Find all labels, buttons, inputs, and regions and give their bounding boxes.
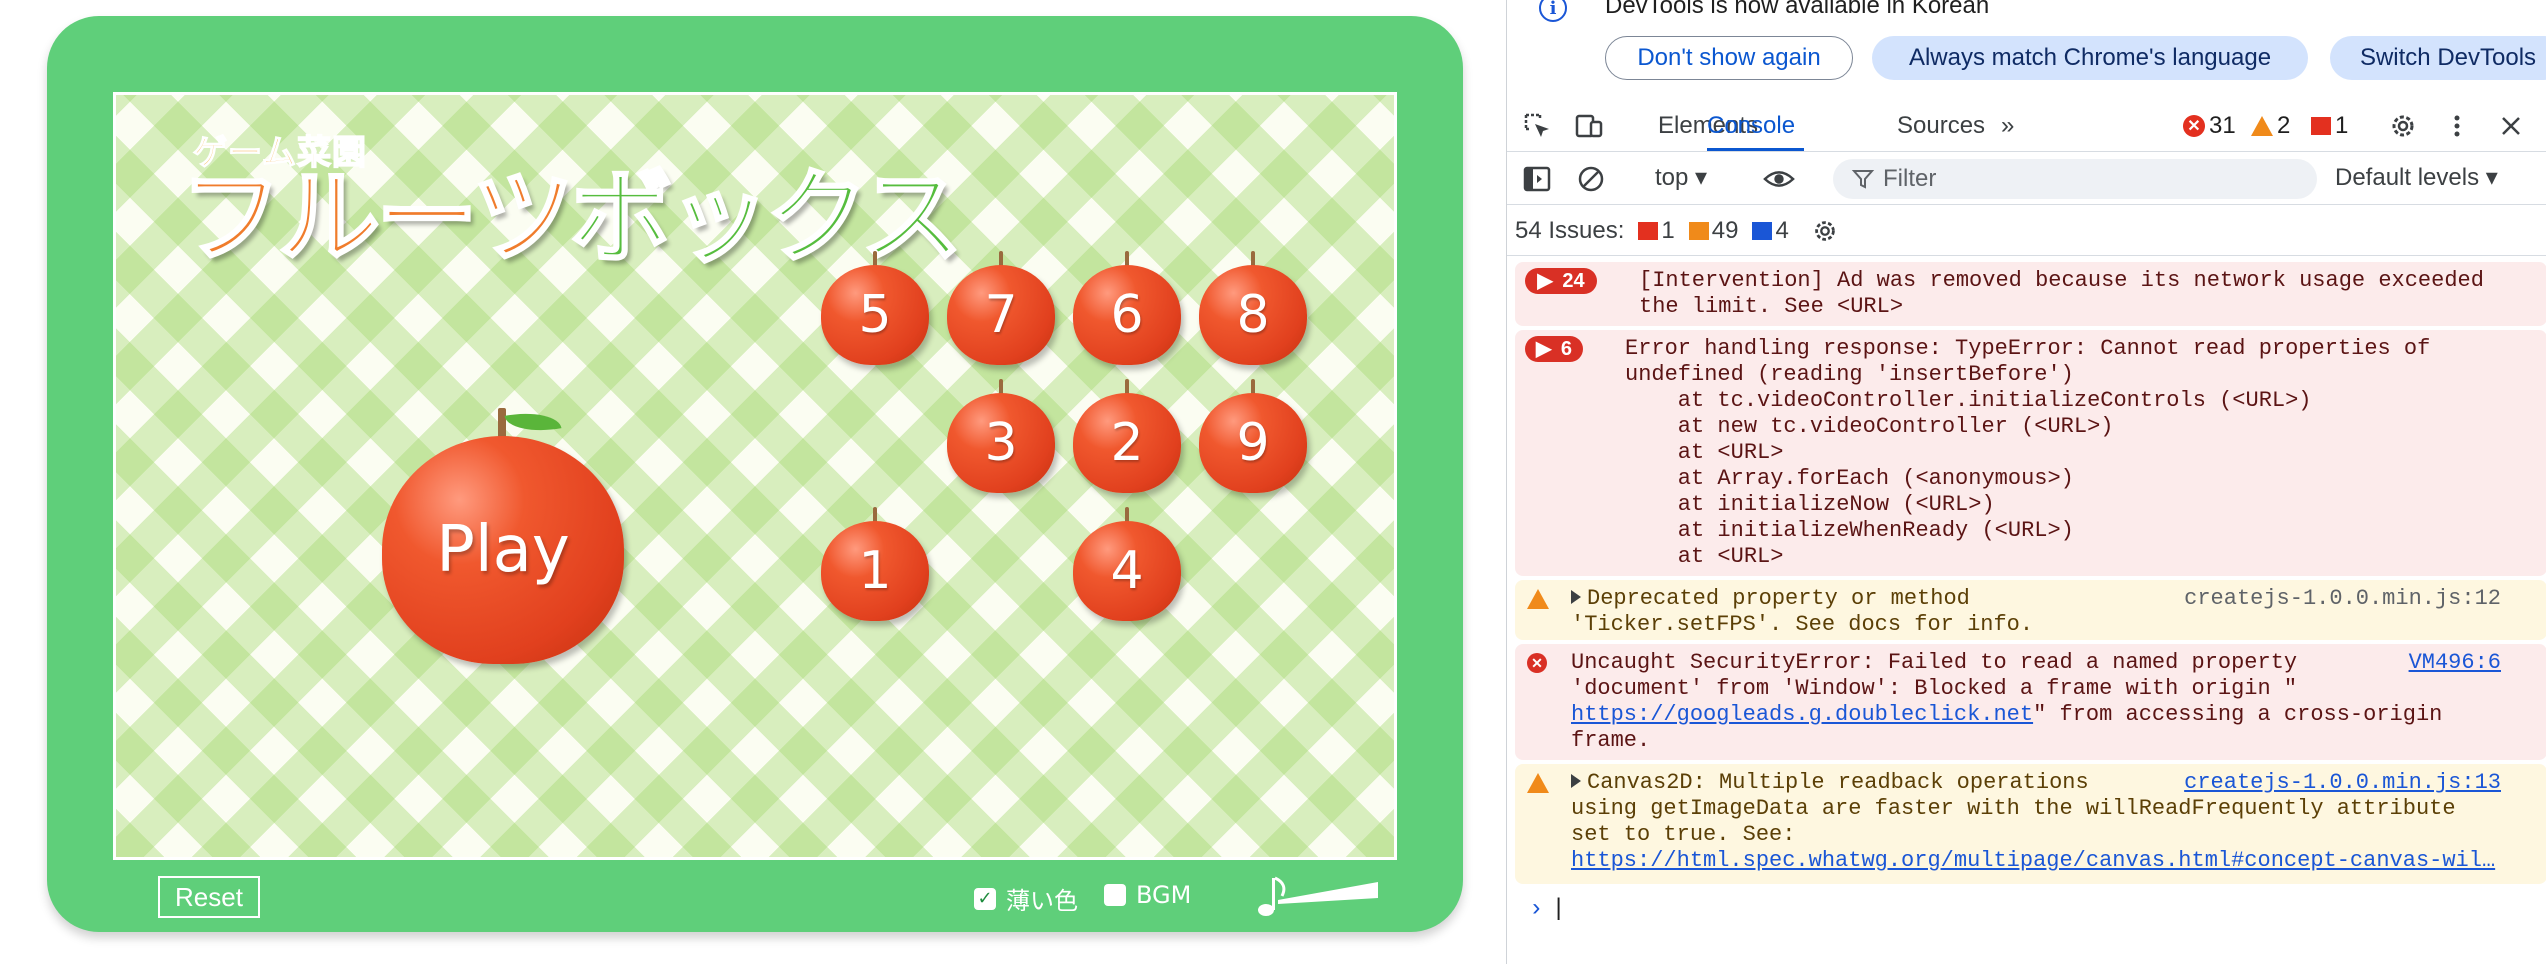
message-source-link[interactable]: VM496:6 — [2409, 650, 2501, 676]
issue-count-button[interactable]: 1 — [2311, 112, 2348, 140]
play-button[interactable]: Play — [382, 406, 624, 664]
device-toolbar-icon[interactable] — [1573, 110, 1605, 142]
devtools-tab-bar: Elements Console Sources » ✕ 31 2 1 — [1507, 100, 2546, 152]
issue-warning-icon — [1688, 221, 1709, 240]
repeat-count-badge: ▶ 24 — [1525, 268, 1597, 294]
game-frame: ゲーム菜園 フルーツボックス Play 5 7 6 8 3 2 9 1 4 — [47, 16, 1463, 932]
more-tabs-icon[interactable]: » — [2001, 112, 2014, 140]
live-expression-eye-icon[interactable] — [1763, 163, 1795, 195]
issue-flag-icon — [2311, 117, 2331, 135]
language-infobar: i DevTools is now available in Korean Do… — [1507, 0, 2546, 96]
apple-tile[interactable]: 8 — [1199, 251, 1307, 373]
infobar-text: DevTools is now available in Korean — [1605, 0, 1990, 19]
info-icon: i — [1539, 0, 1567, 22]
sidebar-toggle-icon[interactable] — [1521, 163, 1553, 195]
console-warning-message[interactable]: Canvas2D: Multiple readback operations u… — [1515, 764, 2546, 884]
apple-tile[interactable]: 7 — [947, 251, 1055, 373]
apple-tile[interactable]: 3 — [947, 379, 1055, 501]
tab-console[interactable]: Console — [1707, 112, 1795, 140]
apple-tile[interactable]: 1 — [821, 507, 929, 629]
console-warning-message[interactable]: Deprecated property or method 'Ticker.se… — [1515, 580, 2546, 640]
issues-warning-count[interactable]: 49 — [1688, 217, 1738, 245]
issues-label: 54 Issues: — [1515, 216, 1625, 244]
dont-show-again-button[interactable]: Don't show again — [1605, 36, 1853, 80]
spec-link[interactable]: https://html.spec.whatwg.org/multipage/c… — [1571, 848, 2495, 874]
issues-settings-icon[interactable] — [1811, 217, 1839, 245]
light-color-toggle[interactable]: ✓ 薄い色 — [974, 881, 1078, 916]
warning-icon — [1527, 589, 1549, 609]
issue-error-icon — [1638, 221, 1659, 240]
checkbox-checked-icon: ✓ — [974, 887, 996, 910]
context-selector[interactable]: top ▾ — [1655, 163, 1707, 192]
more-options-icon[interactable] — [2441, 110, 2473, 142]
apple-tile[interactable]: 5 — [821, 251, 929, 373]
switch-devtools-button[interactable]: Switch DevTools — [2330, 36, 2546, 80]
game-page: ゲーム菜園 フルーツボックス Play 5 7 6 8 3 2 9 1 4 Re… — [0, 0, 1506, 964]
volume-slider[interactable] — [1248, 872, 1382, 918]
message-source-link[interactable]: createjs-1.0.0.min.js:13 — [2184, 770, 2501, 796]
reset-button[interactable]: Reset — [158, 876, 260, 918]
issues-error-count[interactable]: 1 — [1638, 217, 1675, 245]
error-icon: ✕ — [2183, 115, 2205, 137]
apple-leaf — [504, 406, 562, 438]
light-color-label: 薄い色 — [1006, 887, 1078, 915]
warning-icon — [1527, 773, 1549, 793]
warning-count-button[interactable]: 2 — [2251, 112, 2290, 140]
issues-info-count[interactable]: 4 — [1752, 217, 1789, 245]
console-error-message[interactable]: ✕ Uncaught SecurityError: Failed to read… — [1515, 644, 2546, 760]
apple-tile[interactable]: 9 — [1199, 379, 1307, 501]
warning-icon — [2251, 116, 2273, 136]
settings-gear-icon[interactable] — [2387, 110, 2419, 142]
apple-tile[interactable]: 4 — [1073, 507, 1181, 629]
issues-bar: 54 Issues: 1 49 4 — [1507, 206, 2546, 256]
error-count-button[interactable]: ✕ 31 — [2183, 112, 2236, 140]
screen: ゲーム菜園 フルーツボックス Play 5 7 6 8 3 2 9 1 4 Re… — [0, 0, 2546, 964]
filter-input[interactable]: Filter — [1833, 159, 2317, 199]
error-origin-link[interactable]: https://googleads.g.doubleclick.net — [1571, 702, 2033, 727]
bgm-toggle[interactable]: BGM — [1104, 881, 1191, 909]
clear-console-icon[interactable] — [1575, 163, 1607, 195]
active-tab-indicator — [1707, 148, 1804, 151]
checkbox-empty-icon — [1104, 884, 1126, 906]
filter-placeholder: Filter — [1883, 165, 1937, 192]
expand-caret-icon — [1571, 774, 1581, 788]
music-note-icon — [1258, 876, 1378, 916]
apple-tile[interactable]: 6 — [1073, 251, 1181, 373]
console-filter-bar: top ▾ Filter Default levels ▾ — [1507, 153, 2546, 205]
console-prompt[interactable]: › | — [1529, 896, 1566, 923]
console-error-message[interactable]: ▶ 6 Error handling response: TypeError: … — [1515, 330, 2546, 576]
error-icon: ✕ — [1527, 653, 1547, 673]
tab-sources[interactable]: Sources — [1897, 112, 1985, 140]
match-language-button[interactable]: Always match Chrome's language — [1872, 36, 2308, 80]
bgm-label: BGM — [1136, 881, 1192, 909]
apple-tile[interactable]: 2 — [1073, 379, 1181, 501]
devtools-panel: i DevTools is now available in Korean Do… — [1506, 0, 2546, 964]
console-error-message[interactable]: ▶ 24 [Intervention] Ad was removed becau… — [1515, 262, 2546, 326]
filter-icon — [1851, 170, 1875, 189]
title-part-1: フルーツ — [179, 159, 576, 278]
game-board[interactable]: ゲーム菜園 フルーツボックス Play 5 7 6 8 3 2 9 1 4 — [113, 92, 1397, 860]
message-source[interactable]: createjs-1.0.0.min.js:12 — [2184, 586, 2501, 612]
repeat-count-badge: ▶ 6 — [1525, 336, 1583, 362]
expand-caret-icon — [1571, 590, 1581, 604]
play-label: Play — [382, 436, 624, 664]
issue-info-icon — [1752, 221, 1773, 240]
log-levels-dropdown[interactable]: Default levels ▾ — [2335, 163, 2498, 192]
close-icon[interactable] — [2495, 110, 2527, 142]
inspect-element-icon[interactable] — [1521, 110, 1553, 142]
